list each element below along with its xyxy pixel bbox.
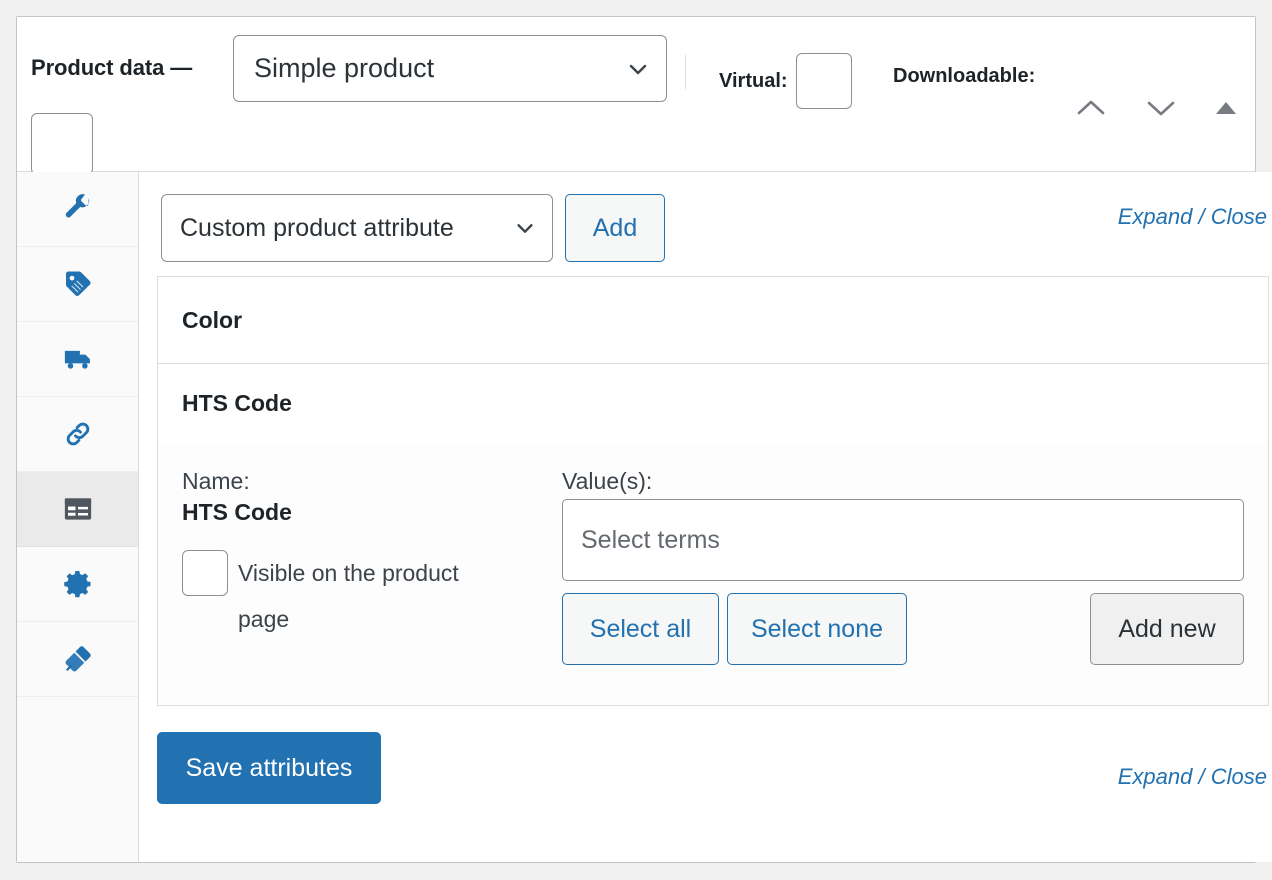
expand-close-separator-bottom: / [1198, 764, 1205, 789]
expand-link-bottom[interactable]: Expand [1118, 764, 1193, 789]
product-type-select[interactable]: Simple product [233, 35, 667, 102]
attributes-panel: Custom product attribute Add Expand / Cl… [139, 172, 1272, 862]
product-data-checkbox[interactable] [31, 113, 93, 175]
gear-icon [63, 571, 90, 598]
attributes-footer: Save attributes Expand / Close [139, 706, 1272, 834]
attribute-name: HTS Code [182, 389, 292, 416]
header-divider [685, 55, 686, 89]
product-data-metabox: Product data — Simple product Virtual: D… [16, 16, 1272, 863]
truck-icon [64, 350, 90, 369]
sidebar-item-linked-products[interactable] [17, 397, 138, 472]
sidebar-item-advanced[interactable] [17, 547, 138, 622]
visible-on-product-page-field: Visible on the product page [182, 550, 512, 642]
term-buttons-row: Select all Select none Add new [562, 593, 1244, 665]
attribute-row-body: Name: HTS Code Visible on the product pa… [158, 442, 1268, 705]
visible-on-product-page-checkbox[interactable] [182, 550, 228, 596]
sidebar-item-plugin[interactable] [17, 622, 138, 697]
attribute-row-hts-code: HTS Code Name: HTS Code Visible on the p… [158, 364, 1268, 706]
triangle-up-icon[interactable] [1213, 98, 1239, 118]
plug-icon [65, 646, 91, 672]
attribute-name-column: Name: HTS Code Visible on the product pa… [182, 468, 562, 665]
attribute-type-value: Custom product attribute [180, 213, 454, 242]
virtual-label: Virtual: [719, 69, 788, 92]
expand-close-top: Expand / Close [1118, 204, 1267, 230]
close-link-bottom[interactable]: Close [1211, 764, 1267, 789]
select-all-button[interactable]: Select all [562, 593, 719, 665]
downloadable-label: Downloadable: [893, 65, 1036, 87]
attribute-values-label: Value(s): [562, 468, 653, 494]
sidebar-item-general[interactable] [17, 172, 138, 247]
attribute-name-value: HTS Code [182, 499, 292, 525]
product-type-value: Simple product [254, 53, 435, 83]
chevron-up-icon[interactable] [1073, 97, 1109, 119]
attribute-type-select[interactable]: Custom product attribute [161, 194, 553, 262]
metabox-order-controls [1073, 97, 1239, 119]
product-data-tabs-rail [17, 172, 139, 862]
page-title: Product data — [31, 55, 193, 80]
expand-close-bottom: Expand / Close [1118, 764, 1267, 790]
select-terms-input[interactable]: Select terms [562, 499, 1244, 581]
sidebar-item-attributes[interactable] [17, 472, 138, 547]
product-data-body: Custom product attribute Add Expand / Cl… [17, 172, 1272, 862]
attribute-name: Color [182, 306, 243, 333]
wrench-icon [65, 194, 89, 218]
chevron-down-icon [629, 64, 647, 74]
save-attributes-button[interactable]: Save attributes [157, 732, 381, 804]
add-new-term-button[interactable]: Add new [1090, 593, 1244, 665]
sidebar-item-shipping[interactable] [17, 322, 138, 397]
attribute-row-header[interactable]: HTS Code [158, 364, 1268, 442]
sidebar-item-inventory[interactable] [17, 247, 138, 322]
chevron-down-icon[interactable] [1143, 97, 1179, 119]
attributes-list: Color HTS Code Name: HTS Code Visible on… [157, 276, 1269, 706]
virtual-field: Virtual: [719, 53, 852, 109]
expand-close-separator-top: / [1198, 204, 1205, 229]
link-icon [66, 422, 89, 446]
tag-icon [65, 271, 91, 296]
screen: Product data — Simple product Virtual: D… [0, 0, 1272, 880]
select-none-button[interactable]: Select none [727, 593, 907, 665]
attribute-name-label: Name: [182, 468, 250, 494]
virtual-checkbox[interactable] [795, 53, 852, 109]
add-attribute-button[interactable]: Add [565, 194, 665, 262]
downloadable-field: Downloadable: [893, 65, 1043, 88]
select-terms-placeholder: Select terms [581, 525, 720, 554]
visible-on-product-page-label: Visible on the product page [238, 560, 459, 632]
close-link-top[interactable]: Close [1211, 204, 1267, 229]
product-data-header: Product data — Simple product Virtual: D… [17, 17, 1255, 175]
attributes-icon [64, 498, 91, 520]
attribute-values-column: Value(s): Select terms Select all Select… [562, 468, 1244, 665]
attribute-row-color: Color [158, 277, 1268, 364]
attributes-toolbar: Custom product attribute Add Expand / Cl… [139, 172, 1272, 276]
expand-link-top[interactable]: Expand [1118, 204, 1193, 229]
attribute-row-header[interactable]: Color [158, 277, 1268, 363]
chevron-down-icon [517, 224, 533, 233]
